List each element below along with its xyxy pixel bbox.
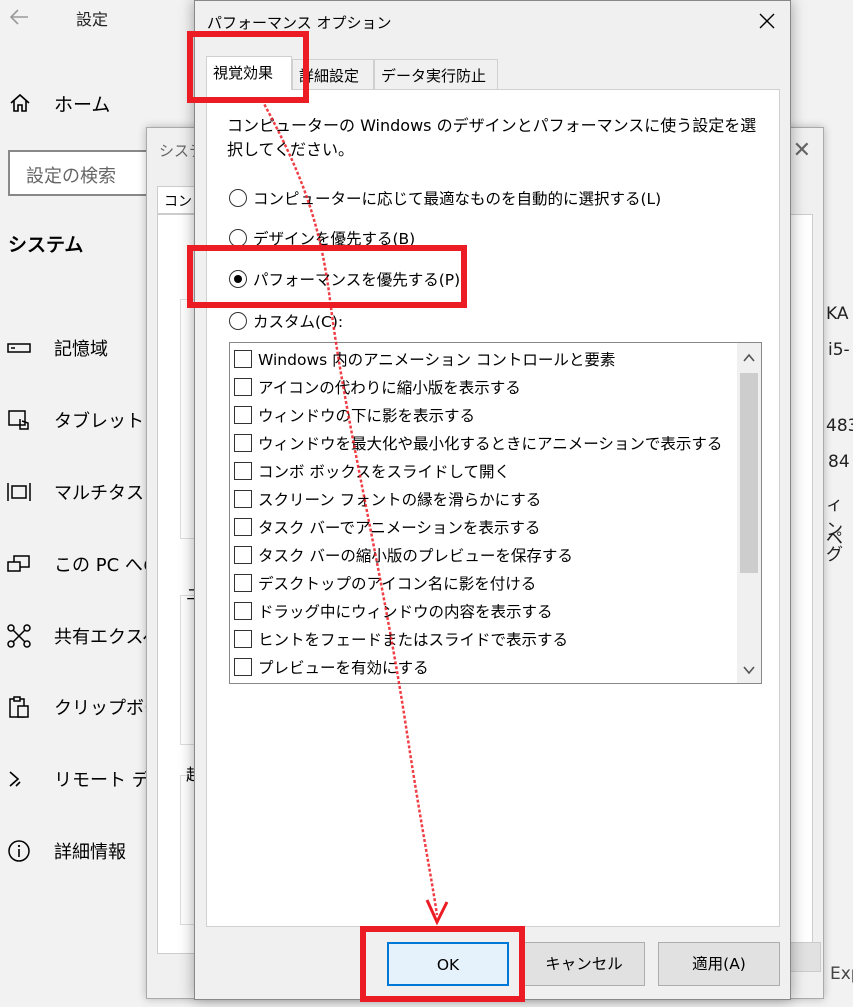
peek-text: Exp: [830, 964, 853, 984]
list-item[interactable]: プレビューを有効にする: [234, 655, 429, 679]
highlight-ok-button: [360, 926, 525, 1002]
checkbox[interactable]: [234, 518, 252, 536]
checkbox[interactable]: [234, 602, 252, 620]
effects-listbox[interactable]: Windows 内のアニメーション コントロールと要素 アイコンの代わりに縮小版…: [229, 342, 762, 684]
chevron-down-icon[interactable]: [737, 659, 761, 681]
home-icon: [10, 93, 30, 112]
multitasking-icon: [7, 483, 31, 501]
sidebar-item-label: タブレット: [54, 411, 144, 432]
radio-custom[interactable]: カスタム(C):: [229, 308, 343, 334]
sidebar-item-label: 共有エクスペ: [54, 627, 161, 648]
checkbox[interactable]: [234, 630, 252, 648]
info-icon: [8, 840, 30, 862]
checkbox[interactable]: [234, 658, 252, 676]
list-item-label: Windows 内のアニメーション コントロールと要素: [258, 351, 616, 369]
list-item-label: スクリーン フォントの縁を滑らかにする: [258, 491, 542, 509]
radio-label: カスタム(C):: [253, 313, 344, 331]
radio-auto[interactable]: コンピューターに応じて最適なものを自動的に選択する(L): [229, 185, 661, 211]
sidebar-item-label: 記憶域: [54, 339, 108, 360]
checkbox[interactable]: [234, 434, 252, 452]
list-item[interactable]: Windows 内のアニメーション コントロールと要素: [234, 347, 615, 371]
radio-label: コンピューターに応じて最適なものを自動的に選択する(L): [253, 190, 662, 208]
sidebar-item-label: この PC への: [54, 555, 161, 576]
nav-home-label: ホーム: [54, 93, 111, 116]
peek-text: KA: [826, 304, 849, 324]
nav-home[interactable]: ホーム: [8, 88, 110, 118]
checkbox[interactable]: [234, 350, 252, 368]
search-placeholder: 設定の検索: [26, 166, 116, 187]
checkbox[interactable]: [234, 406, 252, 424]
scrollbar-thumb[interactable]: [740, 373, 758, 573]
intro-text: コンピューターの Windows のデザインとパフォーマンスに使う設定を選択して…: [227, 116, 757, 159]
list-item[interactable]: コンボ ボックスをスライドして開く: [234, 459, 510, 483]
checkbox[interactable]: [234, 378, 252, 396]
back-arrow-icon[interactable]: [8, 6, 30, 28]
list-item[interactable]: ウィンドウの下に影を表示する: [234, 403, 475, 427]
list-item-label: デスクトップのアイコン名に影を付ける: [258, 575, 537, 593]
radio-button[interactable]: [229, 189, 247, 207]
sidebar-item-label: 詳細情報: [54, 842, 126, 863]
list-item[interactable]: タスク バーでアニメーションを表示する: [234, 515, 540, 539]
tab-visual-effects[interactable]: 視覚効果: [206, 56, 292, 90]
list-item-label: アイコンの代わりに縮小版を表示する: [258, 379, 521, 397]
peek-text: i5-: [828, 340, 850, 360]
list-item[interactable]: アイコンの代わりに縮小版を表示する: [234, 375, 521, 399]
peek-text: 84: [828, 452, 850, 472]
list-item-label: プレビューを有効にする: [258, 659, 429, 677]
remote-desktop-icon: [9, 771, 21, 787]
checkbox[interactable]: [234, 462, 252, 480]
checkbox[interactable]: [234, 546, 252, 564]
tablet-icon: [8, 410, 29, 430]
peek-text: 4836: [826, 416, 853, 436]
list-item[interactable]: スクリーン フォントの縁を滑らかにする: [234, 487, 541, 511]
radio-button[interactable]: [229, 312, 247, 330]
list-item[interactable]: ヒントをフェードまたはスライドで表示する: [234, 627, 568, 651]
performance-options-dialog: パフォーマンス オプション 視覚効果 詳細設定 データ実行防止 コンピューターの…: [194, 0, 791, 1000]
vertical-scrollbar[interactable]: [737, 343, 761, 683]
cancel-button[interactable]: キャンセル: [523, 942, 645, 986]
checkbox[interactable]: [234, 490, 252, 508]
list-item[interactable]: デスクトップのアイコン名に影を付ける: [234, 571, 536, 595]
list-item-label: ウィンドウを最大化や最小化するときにアニメーションで表示する: [258, 435, 723, 453]
section-heading: システム: [8, 234, 84, 256]
share-icon: [7, 624, 31, 648]
tab-data-execution-prevention[interactable]: データ実行防止: [374, 59, 498, 89]
list-item[interactable]: タスク バーの縮小版のプレビューを保存する: [234, 543, 573, 567]
list-item-label: タスク バーの縮小版のプレビューを保存する: [258, 547, 573, 565]
clipboard-icon: [9, 696, 29, 718]
list-item-label: タスク バーでアニメーションを表示する: [258, 519, 541, 537]
close-icon[interactable]: ✕: [793, 138, 811, 163]
list-item-label: ドラッグ中にウィンドウの内容を表示する: [258, 603, 553, 621]
peek-text: ペ: [826, 529, 843, 549]
list-item-label: ウィンドウの下に影を表示する: [258, 407, 476, 425]
project-icon: [7, 555, 30, 572]
settings-title: 設定: [76, 10, 109, 29]
list-item-label: コンボ ボックスをスライドして開く: [258, 463, 510, 481]
checkbox[interactable]: [234, 574, 252, 592]
highlight-best-performance: [187, 245, 467, 308]
list-item[interactable]: ドラッグ中にウィンドウの内容を表示する: [234, 599, 553, 623]
close-icon[interactable]: [755, 9, 779, 33]
visual-effects-panel: コンピューターの Windows のデザインとパフォーマンスに使う設定を選択して…: [206, 89, 780, 927]
list-item-label: ヒントをフェードまたはスライドで表示する: [258, 631, 569, 649]
storage-icon: [7, 343, 31, 353]
list-item[interactable]: ウィンドウを最大化や最小化するときにアニメーションで表示する: [234, 431, 722, 455]
apply-button[interactable]: 適用(A): [658, 942, 780, 986]
chevron-up-icon[interactable]: [737, 347, 761, 369]
dialog-title: パフォーマンス オプション: [207, 14, 392, 32]
